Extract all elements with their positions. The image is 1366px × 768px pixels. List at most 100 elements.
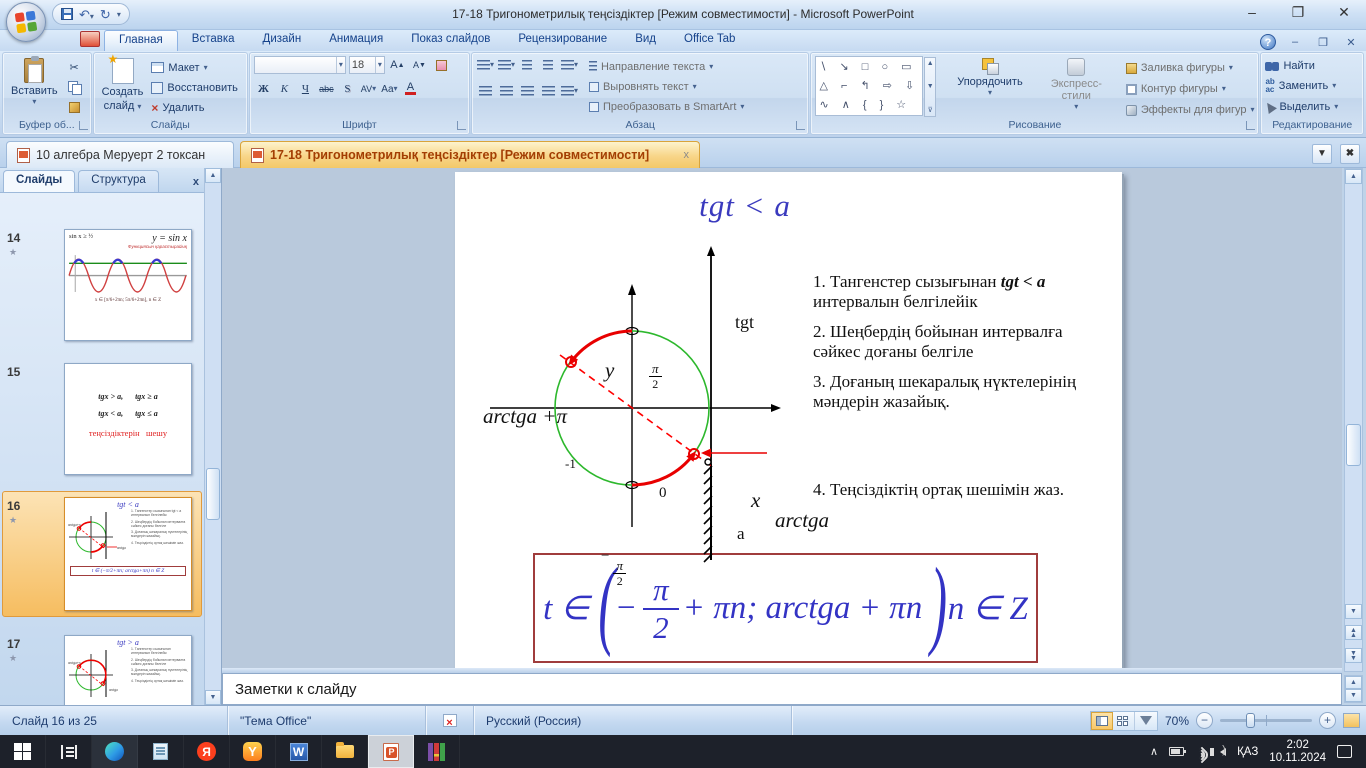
slide-14-thumbnail[interactable]: sin x ≥ ½ y = sin x Функциясын қарастыра… — [64, 229, 192, 341]
undo-icon[interactable]: ↶▾ — [79, 8, 94, 21]
paragraph-dialog-launcher-icon[interactable] — [796, 121, 806, 130]
cut-button[interactable]: ✂ — [65, 58, 84, 76]
save-icon[interactable] — [61, 8, 73, 20]
underline-button[interactable]: Ч — [296, 80, 315, 98]
shapes-gallery-scrollbar[interactable]: ▲ ▼ ⊽ — [924, 57, 937, 117]
align-right-button[interactable] — [518, 82, 537, 100]
clear-formatting-button[interactable] — [432, 56, 451, 74]
decrease-indent-button[interactable] — [518, 56, 537, 74]
shape-outline-button[interactable]: Контур фигуры ▾ — [1125, 79, 1255, 99]
edge-button[interactable] — [92, 735, 138, 768]
yandex-button[interactable]: Я — [184, 735, 230, 768]
panel-close-icon[interactable]: x — [193, 176, 199, 192]
qat-more-icon[interactable]: ▾ — [117, 10, 121, 19]
shapes-row-3[interactable]: ∿ ∧ { } ☆ — [819, 96, 919, 115]
start-button[interactable] — [0, 735, 46, 768]
tab-review[interactable]: Рецензирование — [504, 30, 621, 51]
next-slide-button[interactable]: ▼ ▼ — [1345, 648, 1362, 663]
tray-expand-icon[interactable]: ∧ — [1150, 745, 1158, 758]
change-case-button[interactable]: Aa ▾ — [380, 80, 399, 98]
battery-icon[interactable] — [1169, 747, 1187, 756]
doc-tab-current[interactable]: 17-18 Тригонометрилық теңсіздіктер [Режи… — [240, 141, 700, 168]
find-button[interactable]: Найти — [1265, 57, 1359, 75]
tab-view[interactable]: Вид — [621, 30, 670, 51]
font-color-button[interactable]: А — [401, 80, 420, 98]
panel-scroll-down-icon[interactable]: ▼ — [205, 690, 221, 705]
winrar-button[interactable] — [414, 735, 460, 768]
word-button[interactable]: W — [276, 735, 322, 768]
shapes-gallery[interactable]: ∖ ↘ □ ○ ▭ △ ⌐ ↰ ⇨ ⇩ ∿ ∧ { } ☆ ▲ ▼ ⊽ — [815, 56, 937, 117]
maximize-button[interactable]: ❐ — [1284, 4, 1312, 22]
character-spacing-button[interactable]: AV ▾ — [359, 80, 378, 98]
font-dialog-launcher-icon[interactable] — [456, 121, 466, 130]
ribbon-minimize-icon[interactable]: – — [1286, 36, 1304, 48]
align-center-button[interactable] — [497, 82, 516, 100]
line-spacing-button[interactable]: ▾ — [560, 56, 579, 74]
slide-15-thumbnail[interactable]: tgx > a, tgx ≥ a tgx < a, tgx ≤ a теңсіз… — [64, 363, 192, 475]
shapes-row-1[interactable]: ∖ ↘ □ ○ ▭ — [819, 58, 919, 77]
replace-button[interactable]: ab ac Заменить ▾ — [1265, 77, 1359, 95]
spell-check-status[interactable]: × — [426, 706, 474, 735]
previous-slide-button[interactable]: ▲ ▲ — [1345, 625, 1362, 640]
bullets-button[interactable]: ▾ — [476, 56, 495, 74]
smartart-button[interactable]: Преобразовать в SmartArt ▾ — [588, 97, 744, 116]
slide-16-thumbnail[interactable]: tgt < a arctga+π arctga 1. Тангенстер сы… — [64, 497, 192, 611]
language-indicator[interactable]: ҚАЗ — [1237, 746, 1258, 758]
increase-indent-button[interactable] — [539, 56, 558, 74]
ribbon-close-icon[interactable]: ✕ — [1342, 36, 1360, 49]
shape-fill-button[interactable]: Заливка фигуры ▾ — [1125, 58, 1255, 78]
powerpoint-button[interactable]: P — [368, 735, 414, 768]
ribbon-restore-icon[interactable]: ❐ — [1314, 36, 1332, 49]
doc-tabs-list-icon[interactable]: ▼ — [1312, 144, 1332, 164]
panel-scrollbar-thumb[interactable] — [206, 468, 220, 520]
redo-icon[interactable]: ↻ — [100, 8, 111, 21]
shrink-font-button[interactable]: A ▼ — [410, 56, 429, 74]
office-tab-center-icon[interactable] — [80, 30, 100, 47]
tab-animation[interactable]: Анимация — [315, 30, 397, 51]
quick-styles-button[interactable]: Экспресс-стили ▾ — [1047, 56, 1106, 112]
current-slide[interactable]: tgt < a tgt y π 2 arctga +π -1 0 x − π 2… — [455, 172, 1122, 668]
font-name-combo[interactable]: ▾ — [253, 56, 346, 74]
notes-scroll-up-icon[interactable]: ▲ — [1345, 676, 1362, 689]
zoom-level[interactable]: 70% — [1165, 714, 1189, 728]
bold-button[interactable]: Ж — [254, 80, 273, 98]
align-text-button[interactable]: Выровнять текст ▾ — [588, 78, 744, 97]
notepad-button[interactable] — [138, 735, 184, 768]
tab-insert[interactable]: Вставка — [178, 30, 249, 51]
slide-17-thumbnail[interactable]: tgt > a arctga+π arctga 1. Тангенстер сы… — [64, 635, 192, 705]
slide-sorter-button[interactable] — [1113, 711, 1135, 730]
text-direction-button[interactable]: Направление текста ▾ — [588, 58, 744, 77]
normal-view-button[interactable] — [1090, 711, 1113, 730]
tab-design[interactable]: Дизайн — [249, 30, 316, 51]
tab-home[interactable]: Главная — [104, 30, 178, 51]
font-size-combo[interactable]: 18 ▾ — [348, 56, 385, 74]
tab-slideshow[interactable]: Показ слайдов — [397, 30, 504, 51]
panel-scroll-up-icon[interactable]: ▲ — [205, 168, 221, 183]
strikethrough-button[interactable]: abc — [317, 80, 336, 98]
close-button[interactable]: ✕ — [1330, 4, 1358, 22]
slideshow-button[interactable] — [1135, 712, 1157, 730]
delete-slide-button[interactable]: × Удалить — [151, 99, 237, 116]
align-left-button[interactable] — [476, 82, 495, 100]
zoom-slider[interactable] — [1220, 713, 1312, 728]
notes-area[interactable]: Заметки к слайду — [222, 673, 1342, 705]
main-scrollbar[interactable]: ▲ ▼ ▲ ▲ ▼ ▼ — [1344, 168, 1363, 672]
task-view-button[interactable] — [46, 735, 92, 768]
notes-scroll-down-icon[interactable]: ▼ — [1345, 689, 1362, 702]
clipboard-dialog-launcher-icon[interactable] — [78, 121, 88, 130]
yandex-browser-button[interactable]: Y — [230, 735, 276, 768]
reset-button[interactable]: Восстановить — [151, 79, 238, 96]
notes-scrollbar[interactable]: ▲ ▼ — [1344, 675, 1363, 703]
doc-tab-close-icon[interactable]: x — [684, 149, 690, 161]
format-painter-button[interactable] — [65, 98, 84, 116]
doc-tab-algebra[interactable]: 10 алгебра Меруерт 2 токсан — [6, 141, 234, 168]
main-scrollbar-thumb[interactable] — [1346, 424, 1361, 466]
shapes-row-2[interactable]: △ ⌐ ↰ ⇨ ⇩ — [819, 77, 919, 96]
paste-button[interactable]: Вставить ▾ — [7, 56, 62, 116]
panel-scrollbar[interactable]: ▲ ▼ — [204, 168, 221, 705]
zoom-out-button[interactable]: − — [1196, 712, 1213, 729]
minimize-button[interactable]: – — [1238, 4, 1266, 22]
layout-button[interactable]: Макет ▾ — [151, 59, 237, 76]
steps-text-block[interactable]: 1. Тангенстер сызығынан tgt < a интервал… — [813, 172, 1107, 668]
speaker-icon[interactable] — [1210, 744, 1227, 756]
